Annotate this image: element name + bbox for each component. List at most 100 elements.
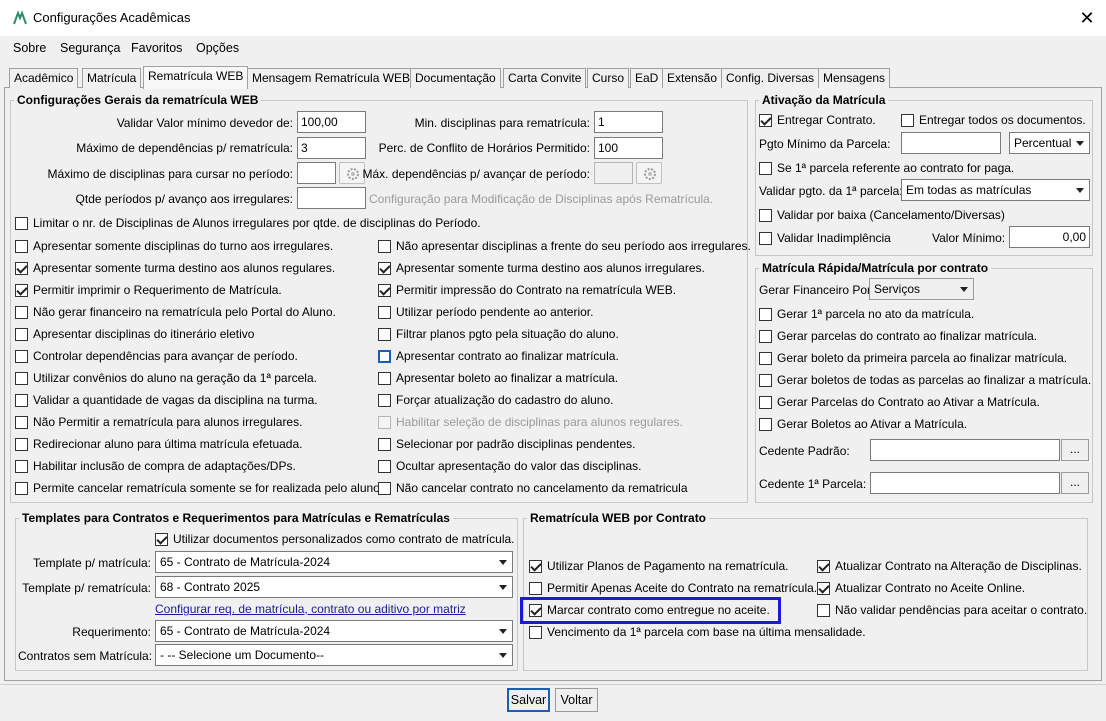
- tab-carta-convite[interactable]: Carta Convite: [503, 68, 587, 88]
- qtde-periodos-input[interactable]: [297, 187, 366, 209]
- atualizar-alteracao-checkbox[interactable]: Atualizar Contrato na Alteração de Disci…: [817, 559, 1082, 573]
- max-dep-avanco-input[interactable]: [594, 162, 633, 184]
- forcar-atualizacao-do-cadastro-do-aluno-checkbox[interactable]: Forçar atualização do cadastro do aluno.: [378, 393, 613, 407]
- gerar-1-parcela-no-ato-da-matricula-checkbox[interactable]: Gerar 1ª parcela no ato da matrícula.: [759, 307, 974, 321]
- chevron-down-icon: [1076, 141, 1084, 146]
- close-icon[interactable]: ✕: [1072, 4, 1102, 32]
- tab-curso[interactable]: Curso: [587, 68, 630, 88]
- apresentar-disciplinas-do-itinerario-ele-checkbox[interactable]: Apresentar disciplinas do itinerário ele…: [15, 327, 254, 341]
- controlar-dependencias-para-avancar-de-p-checkbox[interactable]: Controlar dependências para avançar de p…: [15, 349, 298, 363]
- permitir-aceite-checkbox[interactable]: Permitir Apenas Aceite do Contrato na re…: [529, 581, 817, 595]
- checkbox-label: Filtrar planos pgto pela situação do alu…: [396, 327, 619, 341]
- apresentar-contrato-ao-finalizar-matricu-checkbox[interactable]: Apresentar contrato ao finalizar matrícu…: [378, 349, 619, 363]
- validar-baixa-checkbox[interactable]: Validar por baixa (Cancelamento/Diversas…: [759, 208, 1005, 222]
- entregar-contrato-checkbox[interactable]: Entregar Contrato.: [759, 113, 876, 127]
- habilitar-selecao-de-disciplinas-para-al-checkbox[interactable]: Habilitar seleção de disciplinas para al…: [378, 415, 683, 429]
- apresentar-somente-disciplinas-do-turno--checkbox[interactable]: Apresentar somente disciplinas do turno …: [15, 239, 333, 253]
- menu-favoritos[interactable]: Favoritos: [131, 41, 182, 55]
- pgto-tipo-select[interactable]: Percentual: [1009, 132, 1090, 154]
- checkbox-box: [378, 459, 391, 473]
- menu-opcoes[interactable]: Opções: [196, 41, 239, 55]
- utilizar-convenios-do-aluno-na-geracao-d-checkbox[interactable]: Utilizar convênios do aluno na geração d…: [15, 371, 317, 385]
- vencimento-checkbox[interactable]: Vencimento da 1ª parcela com base na últ…: [529, 625, 866, 639]
- gerar-financeiro-select[interactable]: Serviços: [869, 278, 974, 300]
- requerimento-select[interactable]: 65 - Contrato de Matrícula-2024: [155, 620, 513, 642]
- habilitar-inclusao-de-compra-de-adaptaco-checkbox[interactable]: Habilitar inclusão de compra de adaptaçõ…: [15, 459, 296, 473]
- limit-irregulares-checkbox[interactable]: Limitar o nr. de Disciplinas de Alunos i…: [15, 216, 481, 230]
- utilizar-docs-checkbox[interactable]: Utilizar documentos personalizados como …: [155, 532, 515, 546]
- checkbox-box: [901, 113, 914, 127]
- tpl-rematricula-select[interactable]: 68 - Contrato 2025: [155, 576, 513, 598]
- permite-cancelar-rematricula-somente-se--checkbox[interactable]: Permite cancelar rematrícula somente se …: [15, 481, 383, 495]
- entregar-todos-checkbox[interactable]: Entregar todos os documentos.: [901, 113, 1086, 127]
- tab-mensagem-rematricula[interactable]: Mensagem Rematrícula WEB: [247, 68, 416, 88]
- menu-seguranca[interactable]: Segurança: [60, 41, 120, 55]
- se-primeira-parcela-checkbox[interactable]: Se 1ª parcela referente ao contrato for …: [759, 161, 1014, 175]
- nao-gerar-financeiro-na-rematricula-pelo-checkbox[interactable]: Não gerar financeiro na rematrícula pelo…: [15, 305, 336, 319]
- tab-matricula[interactable]: Matrícula: [82, 68, 142, 88]
- menu-sobre[interactable]: Sobre: [13, 41, 46, 55]
- max-dep-avanco-spin-button[interactable]: [636, 162, 662, 184]
- checkbox-label: Entregar Contrato.: [777, 113, 876, 127]
- max-dep-input[interactable]: [297, 137, 366, 159]
- valor-minimo-input[interactable]: [1009, 226, 1090, 248]
- checkbox-box: [378, 327, 391, 341]
- config-req-link[interactable]: Configurar req. de matrícula, contrato o…: [155, 602, 466, 616]
- checkbox-box: [759, 307, 772, 321]
- gerar-parcelas-do-contrato-ao-finalizar--checkbox[interactable]: Gerar parcelas do contrato ao finalizar …: [759, 329, 1037, 343]
- contratos-sem-select[interactable]: - -- Selecione um Documento--: [155, 644, 513, 666]
- utilizar-planos-checkbox[interactable]: Utilizar Planos de Pagamento na rematríc…: [529, 559, 788, 573]
- nao-cancelar-contrato-no-cancelamento-da-checkbox[interactable]: Não cancelar contrato no cancelamento da…: [378, 481, 688, 495]
- cedente-padrao-input[interactable]: [870, 439, 1060, 461]
- validar-a-quantidade-de-vagas-da-discipl-checkbox[interactable]: Validar a quantidade de vagas da discipl…: [15, 393, 318, 407]
- cedente-1-input[interactable]: [870, 472, 1060, 494]
- max-disc-input[interactable]: [297, 162, 336, 184]
- ocultar-apresentacao-do-valor-das-discip-checkbox[interactable]: Ocultar apresentação do valor das discip…: [378, 459, 641, 473]
- redirecionar-aluno-para-ultima-matricula-checkbox[interactable]: Redirecionar aluno para última matrícula…: [15, 437, 302, 451]
- gerar-parcelas-do-contrato-ao-ativar-a-m-checkbox[interactable]: Gerar Parcelas do Contrato ao Ativar a M…: [759, 395, 1040, 409]
- apresentar-somente-turma-destino-aos-alu-checkbox[interactable]: Apresentar somente turma destino aos alu…: [15, 261, 335, 275]
- tab-rematricula-web[interactable]: Rematrícula WEB: [143, 66, 249, 89]
- back-button[interactable]: Voltar: [555, 688, 598, 712]
- valor-min-input[interactable]: [297, 111, 366, 133]
- atualizar-aceite-checkbox[interactable]: Atualizar Contrato no Aceite Online.: [817, 581, 1025, 595]
- tab-academico[interactable]: Acadêmico: [9, 68, 79, 88]
- validar-pgto-select[interactable]: Em todas as matrículas: [901, 179, 1090, 201]
- cedente-1-browse-button[interactable]: ...: [1061, 472, 1089, 494]
- tab-extensao[interactable]: Extensão: [662, 68, 723, 88]
- gerar-boleto-da-primeira-parcela-ao-fina-checkbox[interactable]: Gerar boleto da primeira parcela ao fina…: [759, 351, 1067, 365]
- nao-validar-checkbox[interactable]: Não validar pendências para aceitar o co…: [817, 603, 1087, 617]
- validar-inadimplencia-checkbox[interactable]: Validar Inadimplência: [759, 231, 891, 245]
- permitir-impressao-do-contrato-na-rematr-checkbox[interactable]: Permitir impressão do Contrato na rematr…: [378, 283, 676, 297]
- tab-documentacao[interactable]: Documentação: [410, 68, 501, 88]
- checkbox-box: [817, 581, 830, 595]
- checkbox-box: [378, 239, 391, 253]
- cedente-padrao-label: Cedente Padrão:: [759, 444, 850, 458]
- tpl-matricula-select[interactable]: 65 - Contrato de Matrícula-2024: [155, 551, 513, 573]
- utilizar-periodo-pendente-ao-anterior-checkbox[interactable]: Utilizar período pendente ao anterior.: [378, 305, 593, 319]
- checkbox-box: [15, 393, 28, 407]
- marcar-entregue-checkbox[interactable]: Marcar contrato como entregue no aceite.: [529, 603, 770, 617]
- apresentar-somente-turma-destino-aos-alu-checkbox[interactable]: Apresentar somente turma destino aos alu…: [378, 261, 705, 275]
- min-disc-input[interactable]: [594, 111, 663, 133]
- apresentar-boleto-ao-finalizar-a-matricu-checkbox[interactable]: Apresentar boleto ao finalizar a matrícu…: [378, 371, 618, 385]
- tab-ead[interactable]: EaD: [630, 68, 664, 88]
- pgto-minimo-input[interactable]: [901, 132, 1001, 154]
- checkbox-box: [15, 305, 28, 319]
- gerar-boletos-ao-ativar-a-matricula-checkbox[interactable]: Gerar Boletos ao Ativar a Matrícula.: [759, 417, 967, 431]
- save-button[interactable]: Salvar: [507, 688, 550, 712]
- tab-mensagens[interactable]: Mensagens: [818, 68, 891, 88]
- nao-permitir-a-rematricula-para-alunos-i-checkbox[interactable]: Não Permitir a rematrícula para alunos i…: [15, 415, 302, 429]
- permitir-imprimir-o-requerimento-de-matr-checkbox[interactable]: Permitir imprimir o Requerimento de Matr…: [15, 283, 282, 297]
- nao-apresentar-disciplinas-a-frente-do-s-checkbox[interactable]: Não apresentar disciplinas a frente do s…: [378, 239, 751, 253]
- tab-config-diversas[interactable]: Config. Diversas: [721, 68, 820, 88]
- gerar-boletos-de-todas-as-parcelas-ao-fi-checkbox[interactable]: Gerar boletos de todas as parcelas ao fi…: [759, 373, 1091, 387]
- cedente-padrao-browse-button[interactable]: ...: [1061, 439, 1089, 461]
- matricula-rapida-title: Matrícula Rápida/Matrícula por contrato: [759, 261, 992, 275]
- checkbox-label: Apresentar somente disciplinas do turno …: [33, 239, 334, 253]
- checkbox-label: Habilitar seleção de disciplinas para al…: [396, 415, 683, 429]
- perc-conflito-input[interactable]: [594, 137, 663, 159]
- filtrar-planos-pgto-pela-situacao-do-alu-checkbox[interactable]: Filtrar planos pgto pela situação do alu…: [378, 327, 619, 341]
- checkbox-label: Gerar boleto da primeira parcela ao fina…: [777, 351, 1068, 365]
- selecionar-por-padrao-disciplinas-penden-checkbox[interactable]: Selecionar por padrão disciplinas penden…: [378, 437, 636, 451]
